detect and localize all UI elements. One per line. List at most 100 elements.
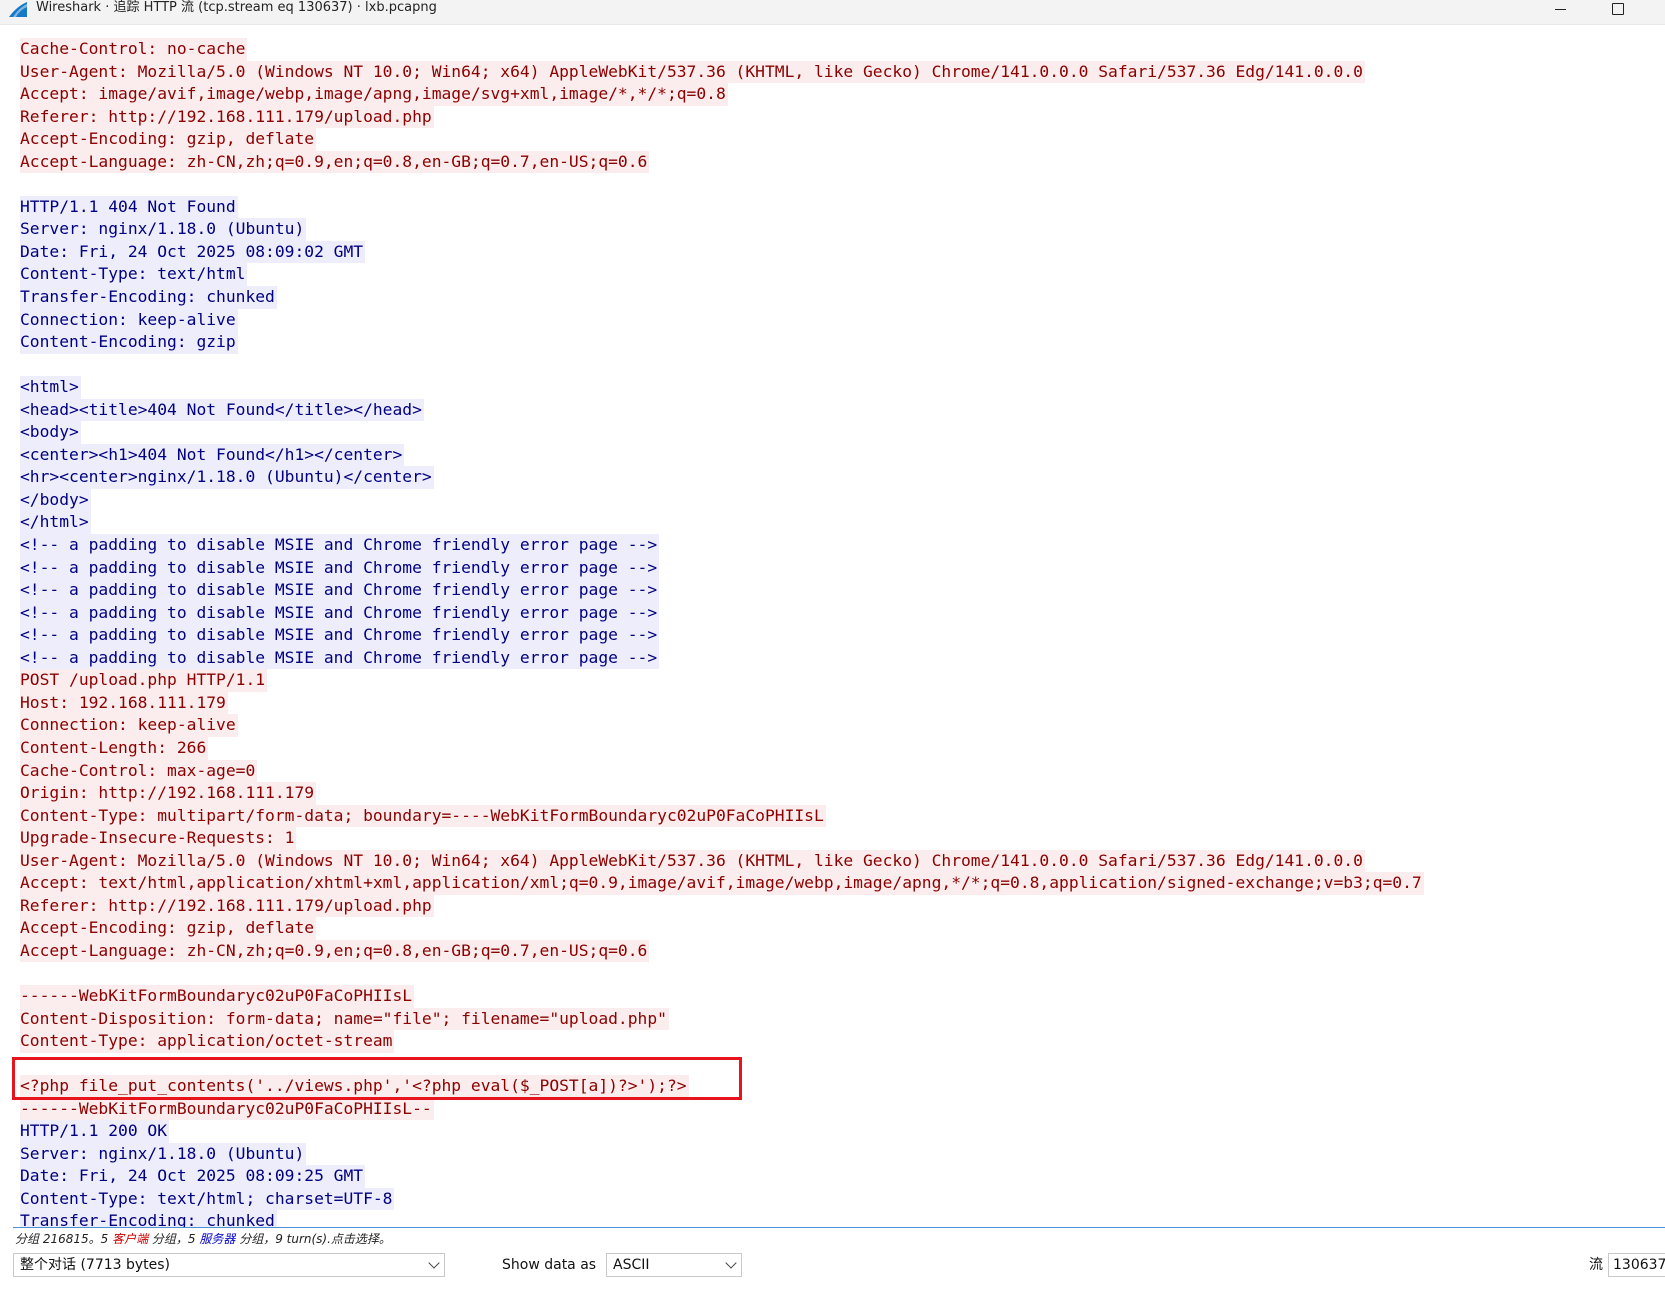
stream-content-pane[interactable]: Cache-Control: no-cache User-Agent: Mozil… bbox=[13, 38, 1665, 1228]
client-data-segment: Content-Disposition: form-data; name="fi… bbox=[20, 1007, 669, 1031]
conversation-select[interactable]: 整个对话 (7713 bytes) bbox=[13, 1253, 445, 1277]
client-data-segment: Host: 192.168.111.179 bbox=[20, 691, 228, 715]
wireshark-fin-icon bbox=[9, 2, 27, 17]
client-data-segment: ------WebKitFormBoundaryc02uP0FaCoPHIIsL… bbox=[20, 1097, 434, 1121]
maximize-icon bbox=[1612, 3, 1624, 15]
stream-line: Content-Type: application/octet-stream bbox=[20, 1030, 1424, 1053]
stream-line: <!-- a padding to disable MSIE and Chrom… bbox=[20, 534, 1424, 557]
stream-line: Server: nginx/1.18.0 (Ubuntu) bbox=[20, 1142, 1424, 1166]
server-data-segment: <!-- a padding to disable MSIE and Chrom… bbox=[20, 646, 660, 670]
server-data-segment: Transfer-Encoding: chunked bbox=[20, 1210, 277, 1228]
title-bar: Wireshark · 追踪 HTTP 流 (tcp.stream eq 130… bbox=[0, 0, 1665, 25]
stream-line: Accept-Encoding: gzip, deflate bbox=[20, 917, 1424, 940]
stream-line bbox=[20, 354, 1424, 377]
stream-line: Referer: http://192.168.111.179/upload.p… bbox=[20, 894, 1424, 918]
stream-line: <hr><center>nginx/1.18.0 (Ubuntu)</cente… bbox=[20, 466, 1424, 489]
server-data-segment: Date: Fri, 24 Oct 2025 08:09:25 GMT bbox=[20, 1165, 366, 1188]
stream-line: Transfer-Encoding: chunked bbox=[20, 1210, 1424, 1228]
server-data-segment: Connection: keep-alive bbox=[20, 308, 238, 332]
server-data-segment: <html> bbox=[20, 376, 81, 399]
stream-line: Content-Type: text/html; charset=UTF-8 bbox=[20, 1187, 1424, 1211]
server-data-segment: <body> bbox=[20, 421, 81, 444]
stream-line: <!-- a padding to disable MSIE and Chrom… bbox=[20, 624, 1424, 647]
stream-line: <!-- a padding to disable MSIE and Chrom… bbox=[20, 601, 1424, 625]
stream-line: HTTP/1.1 200 OK bbox=[20, 1120, 1424, 1143]
stream-line: User-Agent: Mozilla/5.0 (Windows NT 10.0… bbox=[20, 849, 1424, 873]
stream-line bbox=[20, 962, 1424, 985]
client-data-segment: Accept: text/html,application/xhtml+xml,… bbox=[20, 872, 1424, 895]
client-data-segment: Accept-Language: zh-CN,zh;q=0.9,en;q=0.8… bbox=[20, 939, 650, 963]
stream-line: Accept-Encoding: gzip, deflate bbox=[20, 128, 1424, 151]
maximize-button[interactable] bbox=[1598, 0, 1638, 18]
stream-text: Cache-Control: no-cache User-Agent: Mozil… bbox=[20, 38, 1424, 1228]
stream-line: Host: 192.168.111.179 bbox=[20, 691, 1424, 715]
stream-line: <html> bbox=[20, 376, 1424, 399]
pane-separator bbox=[13, 1227, 1665, 1228]
client-data-segment: Content-Type: application/octet-stream bbox=[20, 1030, 395, 1053]
server-data-segment: <!-- a padding to disable MSIE and Chrom… bbox=[20, 556, 660, 580]
stream-line: Accept-Language: zh-CN,zh;q=0.9,en;q=0.8… bbox=[20, 939, 1424, 963]
server-data-segment: Date: Fri, 24 Oct 2025 08:09:02 GMT bbox=[20, 240, 366, 264]
window-title: Wireshark · 追踪 HTTP 流 (tcp.stream eq 130… bbox=[36, 0, 437, 15]
server-data-segment: Transfer-Encoding: chunked bbox=[20, 286, 277, 309]
show-data-select[interactable]: ASCII bbox=[606, 1253, 742, 1277]
stream-line: <!-- a padding to disable MSIE and Chrom… bbox=[20, 579, 1424, 602]
stream-line: Accept: text/html,application/xhtml+xml,… bbox=[20, 872, 1424, 895]
stream-line: Accept: image/avif,image/webp,image/apng… bbox=[20, 83, 1424, 106]
show-data-select-value: ASCII bbox=[613, 1257, 650, 1273]
server-data-segment: </body> bbox=[20, 488, 91, 512]
status-client-word: 客户端 bbox=[112, 1232, 149, 1246]
client-data-segment: Referer: http://192.168.111.179/upload.p… bbox=[20, 105, 434, 129]
client-data-segment: Referer: http://192.168.111.179/upload.p… bbox=[20, 894, 434, 918]
client-data-segment: Content-Type: multipart/form-data; bound… bbox=[20, 804, 826, 828]
stream-line: Cache-Control: max-age=0 bbox=[20, 759, 1424, 783]
client-data-segment: User-Agent: Mozilla/5.0 (Windows NT 10.0… bbox=[20, 60, 1365, 84]
server-data-segment: HTTP/1.1 200 OK bbox=[20, 1120, 170, 1143]
stream-line: HTTP/1.1 404 Not Found bbox=[20, 195, 1424, 219]
stream-line: Content-Type: text/html bbox=[20, 263, 1424, 287]
server-data-segment: Content-Type: text/html; charset=UTF-8 bbox=[20, 1187, 395, 1211]
status-server-word: 服务器 bbox=[199, 1232, 236, 1246]
conversation-select-value: 整个对话 (7713 bytes) bbox=[20, 1257, 171, 1273]
server-data-segment: <!-- a padding to disable MSIE and Chrom… bbox=[20, 601, 660, 625]
stream-line: <!-- a padding to disable MSIE and Chrom… bbox=[20, 646, 1424, 670]
stream-line: Date: Fri, 24 Oct 2025 08:09:02 GMT bbox=[20, 240, 1424, 264]
stream-line: Content-Disposition: form-data; name="fi… bbox=[20, 1007, 1424, 1031]
server-data-segment: HTTP/1.1 404 Not Found bbox=[20, 195, 238, 219]
stream-line: Content-Type: multipart/form-data; bound… bbox=[20, 804, 1424, 828]
stream-line: Content-Length: 266 bbox=[20, 736, 1424, 760]
stream-line: POST /upload.php HTTP/1.1 bbox=[20, 669, 1424, 692]
status-summary[interactable]: 分组 216815。5 客户端 分组，5 服务器 分组，9 turn(s).点击… bbox=[15, 1229, 391, 1249]
client-data-segment: <?php file_put_contents('../views.php','… bbox=[20, 1075, 689, 1098]
chevron-down-icon bbox=[428, 1257, 440, 1269]
stream-line bbox=[20, 1053, 1424, 1076]
server-data-segment: <!-- a padding to disable MSIE and Chrom… bbox=[20, 579, 660, 602]
stream-line: <body> bbox=[20, 421, 1424, 444]
stream-line: Referer: http://192.168.111.179/upload.p… bbox=[20, 105, 1424, 129]
server-data-segment: Content-Encoding: gzip bbox=[20, 331, 238, 354]
client-data-segment: Accept: image/avif,image/webp,image/apng… bbox=[20, 83, 728, 106]
server-data-segment: <!-- a padding to disable MSIE and Chrom… bbox=[20, 534, 660, 557]
stream-line: Upgrade-Insecure-Requests: 1 bbox=[20, 827, 1424, 850]
stream-line: <!-- a padding to disable MSIE and Chrom… bbox=[20, 556, 1424, 580]
minimize-button[interactable] bbox=[1540, 0, 1580, 18]
stream-line: Server: nginx/1.18.0 (Ubuntu) bbox=[20, 218, 1424, 241]
stream-number-input[interactable]: 130637 bbox=[1608, 1253, 1665, 1277]
stream-line bbox=[20, 173, 1424, 196]
client-data-segment: ------WebKitFormBoundaryc02uP0FaCoPHIIsL bbox=[20, 984, 415, 1008]
stream-line: User-Agent: Mozilla/5.0 (Windows NT 10.0… bbox=[20, 60, 1424, 84]
server-data-segment: <hr><center>nginx/1.18.0 (Ubuntu)</cente… bbox=[20, 466, 434, 489]
server-data-segment: <head><title>404 Not Found</title></head… bbox=[20, 398, 424, 422]
stream-line: </html> bbox=[20, 511, 1424, 535]
status-suffix: 分组，9 turn(s).点击选择。 bbox=[235, 1232, 391, 1246]
stream-line: ------WebKitFormBoundaryc02uP0FaCoPHIIsL… bbox=[20, 1097, 1424, 1121]
stream-line: Content-Encoding: gzip bbox=[20, 331, 1424, 354]
show-data-label: Show data as bbox=[502, 1257, 597, 1273]
stream-line: Accept-Language: zh-CN,zh;q=0.9,en;q=0.8… bbox=[20, 150, 1424, 174]
minimize-icon bbox=[1554, 8, 1566, 10]
chevron-down-icon bbox=[725, 1257, 737, 1269]
client-data-segment: Accept-Encoding: gzip, deflate bbox=[20, 917, 317, 940]
stream-line: Connection: keep-alive bbox=[20, 714, 1424, 737]
server-data-segment: Server: nginx/1.18.0 (Ubuntu) bbox=[20, 218, 307, 241]
server-data-segment: </html> bbox=[20, 511, 91, 535]
